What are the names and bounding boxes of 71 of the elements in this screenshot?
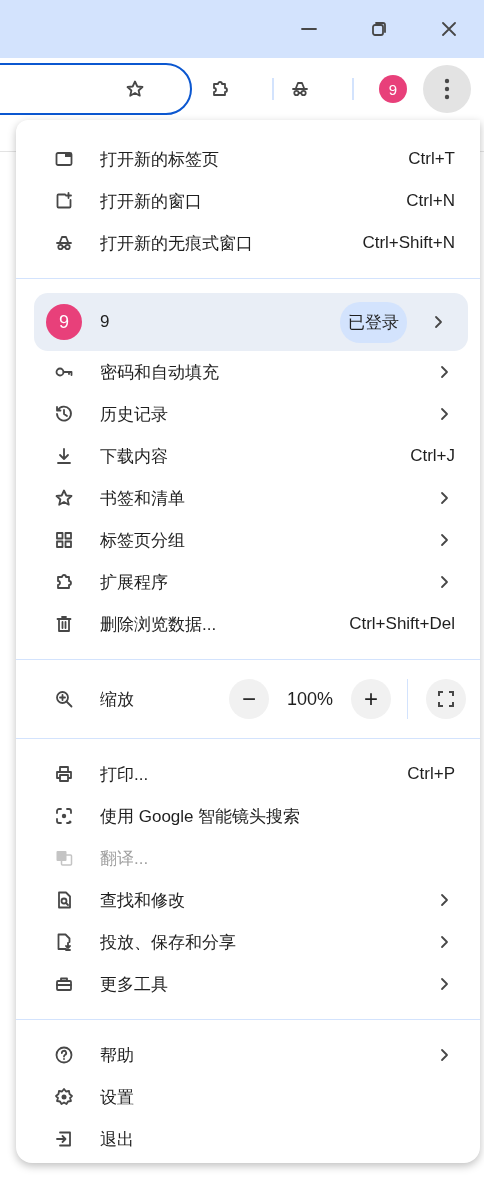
menu-item[interactable]: 帮助: [16, 1034, 480, 1076]
restore-icon: [372, 22, 386, 36]
grid-icon: [54, 530, 74, 550]
shortcut-label: Ctrl+T: [408, 149, 455, 169]
menu-item[interactable]: 使用 Google 智能镜头搜索: [16, 795, 480, 837]
chevron-right-icon: [439, 1048, 449, 1062]
chevron-right-icon: [439, 491, 449, 505]
menu-item[interactable]: 下载内容 Ctrl+J: [16, 435, 480, 477]
printer-icon: [54, 764, 74, 784]
fullscreen-button[interactable]: [426, 679, 466, 719]
menu-button[interactable]: [423, 65, 471, 113]
avatar: 9: [46, 304, 82, 340]
menu-item[interactable]: 打印... Ctrl+P: [16, 753, 480, 795]
menu-item[interactable]: 扩展程序: [16, 561, 480, 603]
puzzle-icon: [54, 572, 74, 592]
zoom-value: 100%: [285, 688, 334, 710]
menu-item[interactable]: 更多工具: [16, 963, 480, 1005]
menu-item[interactable]: 投放、保存和分享: [16, 921, 480, 963]
address-field[interactable]: [0, 63, 192, 115]
menu-item[interactable]: 密码和自动填充: [16, 351, 480, 393]
translate-icon: [54, 848, 74, 868]
chevron-right-icon: [439, 365, 449, 379]
trash-icon: [54, 614, 74, 634]
chevron-right-icon: [439, 575, 449, 589]
menu-item[interactable]: 书签和清单: [16, 477, 480, 519]
menu-item[interactable]: 查找和修改: [16, 879, 480, 921]
tab-icon: [54, 149, 74, 169]
chevron-right-icon: [433, 315, 443, 329]
minimize-icon: [301, 28, 317, 30]
shortcut-label: Ctrl+Shift+N: [362, 233, 455, 253]
star-icon: [54, 488, 74, 508]
zoom-label: 缩放: [100, 688, 135, 711]
settings-icon: [54, 1087, 74, 1107]
star-icon: [125, 79, 145, 99]
history-icon: [54, 404, 74, 424]
menu-item[interactable]: 打开新的窗口 Ctrl+N: [16, 180, 480, 222]
zoom-in-icon: [54, 689, 74, 709]
puzzle-icon: [210, 79, 230, 99]
chevron-right-icon: [439, 893, 449, 907]
menu-item[interactable]: 打开新的无痕式窗口 Ctrl+Shift+N: [16, 222, 480, 264]
incognito-icon: [54, 233, 74, 253]
menu-item[interactable]: 删除浏览数据... Ctrl+Shift+Del: [16, 603, 480, 645]
chevron-right-icon: [439, 935, 449, 949]
incognito-icon: [290, 79, 310, 99]
menu-item[interactable]: 标签页分组: [16, 519, 480, 561]
menu-item[interactable]: 设置: [16, 1076, 480, 1118]
zoom-out-button[interactable]: −: [229, 679, 269, 719]
exit-icon: [54, 1129, 74, 1149]
lens-icon: [54, 806, 74, 826]
shortcut-label: Ctrl+J: [410, 446, 455, 466]
help-icon: [54, 1045, 74, 1065]
shortcut-label: Ctrl+Shift+Del: [349, 614, 455, 634]
kebab-icon: [444, 78, 450, 100]
menu-item[interactable]: 退出: [16, 1118, 480, 1160]
profile-row[interactable]: 9 9 已登录: [34, 293, 468, 351]
shortcut-label: Ctrl+P: [407, 764, 455, 784]
menu-item[interactable]: 历史记录: [16, 393, 480, 435]
profile-name: 9: [100, 312, 111, 332]
chevron-right-icon: [439, 977, 449, 991]
avatar: 9: [379, 75, 407, 103]
close-icon: [442, 22, 456, 36]
signed-in-badge: 已登录: [340, 301, 407, 343]
menu-item[interactable]: 打开新的标签页 Ctrl+T: [16, 138, 480, 180]
chevron-right-icon: [439, 407, 449, 421]
shortcut-label: Ctrl+N: [406, 191, 455, 211]
chevron-right-icon: [439, 533, 449, 547]
zoom-in-button[interactable]: +: [351, 679, 391, 719]
new-window-icon: [54, 191, 74, 211]
profile-button[interactable]: 9: [373, 69, 413, 109]
download-icon: [54, 446, 74, 466]
fullscreen-icon: [437, 690, 455, 708]
